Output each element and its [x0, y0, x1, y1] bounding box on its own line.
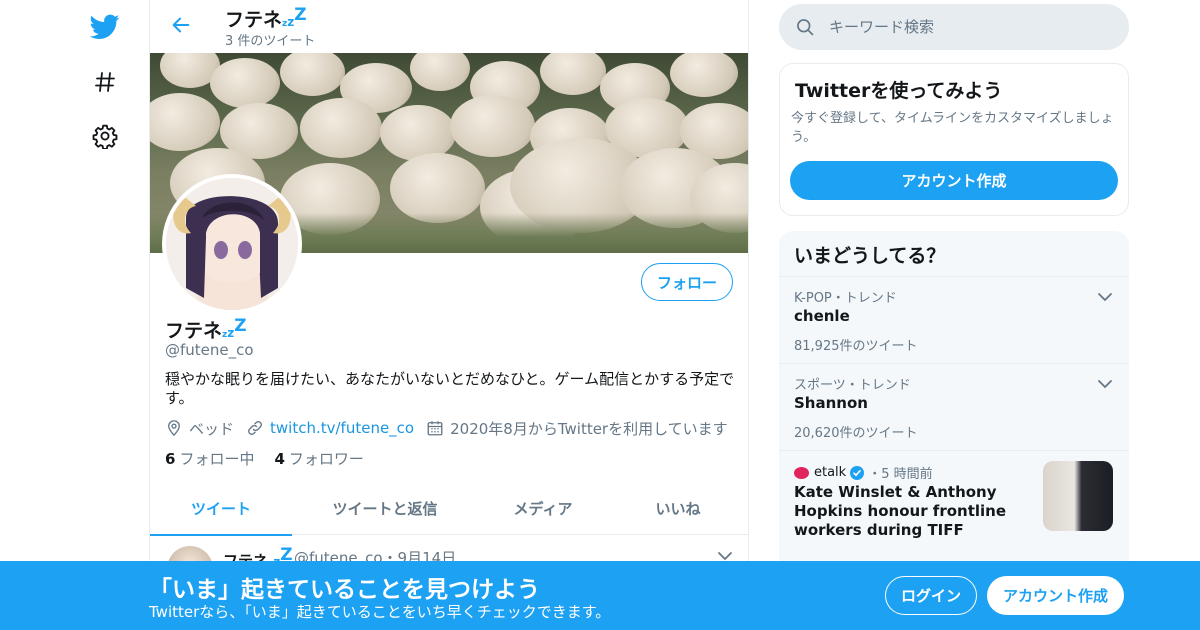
profile-link: twitch.tv/futene_co — [246, 419, 414, 437]
followers-count: 4 — [274, 450, 285, 468]
profile-stats: 6 フォロー中 4 フォロワー — [165, 448, 384, 469]
news-source: etalk ・5 時間前 — [794, 463, 933, 482]
chevron-down-icon[interactable] — [716, 548, 734, 562]
sleep-zz-icon: zzZ — [222, 316, 247, 340]
banner-title: 「いま」起きていることを見つけよう — [149, 577, 540, 603]
chevron-down-icon[interactable] — [1096, 289, 1114, 303]
signup-card-title: Twitterを使ってみよう — [795, 80, 1003, 102]
trend-name: Shannon — [794, 394, 868, 412]
news-source-name: etalk — [814, 465, 847, 480]
trend-item[interactable]: K-POP・トレンド chenle 81,925件のツイート — [779, 276, 1129, 363]
trend-tweet-count: 20,620件のツイート — [794, 426, 918, 441]
search-icon — [795, 17, 815, 37]
search-box[interactable] — [779, 4, 1129, 50]
chevron-down-icon[interactable] — [1096, 376, 1114, 390]
back-arrow-icon[interactable] — [168, 12, 194, 38]
tweet-count: 3 件のツイート — [225, 34, 316, 49]
news-time: ・5 時間前 — [868, 467, 933, 482]
signup-card: Twitterを使ってみよう 今すぐ登録して、タイムラインをカスタマイズしましょ… — [779, 63, 1129, 216]
profile-joined-text: 2020年8月からTwitterを利用しています — [450, 419, 728, 438]
profile-location-text: ベッド — [189, 419, 235, 438]
trend-tweet-count: 81,925件のツイート — [794, 339, 918, 354]
profile-meta: ベッド twitch.tv/futene_co 2020年8月からTwitter… — [165, 417, 740, 439]
trend-name: chenle — [794, 307, 850, 325]
news-thumbnail — [1043, 461, 1113, 531]
profile-name-text: フテネ — [165, 320, 223, 342]
hashtag-icon[interactable] — [90, 67, 120, 97]
tab-likes[interactable]: いいね — [608, 482, 748, 535]
verified-badge-icon — [850, 465, 865, 480]
following-link[interactable]: 6 フォロー中 — [165, 448, 254, 469]
signup-card-text: 今すぐ登録して、タイムラインをカスタマイズしましょう。 — [791, 111, 1114, 145]
profile-joined: 2020年8月からTwitterを利用しています — [426, 418, 728, 439]
profile-location: ベッド — [165, 418, 234, 439]
settings-gear-icon[interactable] — [90, 121, 120, 151]
following-label: フォロー中 — [179, 450, 255, 468]
tab-tweets[interactable]: ツイート — [150, 482, 292, 536]
page-title-name: フテネ — [225, 9, 283, 31]
trend-item[interactable]: スポーツ・トレンド Shannon 20,620件のツイート — [779, 363, 1129, 450]
trend-category: スポーツ・トレンド — [794, 378, 911, 393]
followers-link[interactable]: 4 フォロワー — [274, 448, 363, 469]
profile-link-url[interactable]: twitch.tv/futene_co — [270, 419, 414, 437]
profile-bio: 穏やかな眠りを届けたい、あなたがいないとだめなひと。ゲーム配信とかする予定です。 — [165, 370, 735, 407]
sleep-zz-icon: zzZ — [282, 5, 307, 29]
profile-tabs: ツイート ツイートと返信 メディア いいね — [150, 482, 748, 536]
create-account-button[interactable]: アカウント作成 — [790, 161, 1118, 200]
tab-tweets-and-replies[interactable]: ツイートと返信 — [292, 482, 478, 535]
banner-subtitle: Twitterなら、「いま」起きていることをいち早くチェックできます。 — [149, 603, 611, 621]
calendar-icon — [426, 419, 444, 437]
profile-name: フテネzzZ — [165, 316, 247, 343]
following-count: 6 — [165, 450, 176, 468]
trends-title: いまどうしてる？ — [794, 245, 946, 267]
follow-button[interactable]: フォロー — [641, 263, 733, 301]
tab-media[interactable]: メディア — [478, 482, 608, 535]
trend-category: K-POP・トレンド — [794, 291, 897, 306]
profile-header-bar: フテネzzZ 3 件のツイート — [150, 0, 748, 53]
etalk-logo-icon — [794, 466, 809, 479]
twitter-bird-icon[interactable] — [90, 12, 120, 42]
link-icon — [246, 419, 264, 437]
profile-avatar[interactable] — [162, 174, 302, 314]
news-title: Kate Winslet & Anthony Hopkins honour fr… — [794, 483, 1007, 539]
news-item[interactable]: etalk ・5 時間前 Kate Winslet & Anthony Hopk… — [779, 450, 1129, 560]
location-pin-icon — [165, 419, 183, 437]
banner-create-account-button[interactable]: アカウント作成 — [987, 576, 1124, 615]
signup-banner: 「いま」起きていることを見つけよう Twitterなら、「いま」起きていることを… — [0, 561, 1200, 630]
followers-label: フォロワー — [288, 450, 364, 468]
page-title: フテネzzZ — [225, 5, 307, 32]
login-button[interactable]: ログイン — [885, 576, 977, 615]
profile-handle: @futene_co — [165, 341, 254, 359]
profile-column: フテネzzZ 3 件のツイート フォロー フテネzzZ @futene_co 穏… — [149, 0, 749, 630]
search-input[interactable] — [829, 16, 1109, 38]
